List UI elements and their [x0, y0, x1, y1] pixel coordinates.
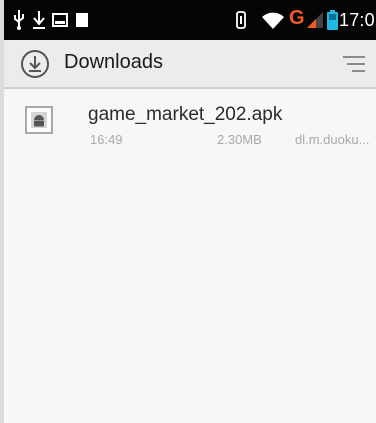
download-circle-icon[interactable] — [20, 49, 50, 84]
sort-icon[interactable] — [342, 54, 366, 79]
signal-icon — [305, 0, 325, 40]
vibrate-icon — [234, 0, 248, 40]
network-type-label: G — [289, 7, 305, 29]
status-bar: G 17:0 — [4, 0, 376, 40]
battery-icon — [326, 0, 338, 40]
page-title: Downloads — [64, 51, 163, 73]
notification-icon — [76, 0, 88, 40]
download-icon — [32, 0, 46, 40]
downloads-list: game_market_202.apk 16:49 2.30MB dl.m.du… — [4, 89, 376, 423]
file-source: dl.m.duoku... — [295, 132, 370, 147]
file-name: game_market_202.apk — [88, 104, 283, 125]
app-bar: Downloads — [4, 40, 376, 89]
file-time: 16:49 — [90, 132, 123, 147]
wifi-icon — [260, 0, 286, 40]
status-time: 17:0 — [339, 10, 375, 30]
android-icon — [25, 106, 53, 139]
file-size: 2.30MB — [217, 132, 262, 147]
usb-icon — [12, 0, 26, 40]
download-item[interactable]: game_market_202.apk 16:49 2.30MB dl.m.du… — [4, 89, 376, 153]
image-icon — [52, 0, 68, 40]
